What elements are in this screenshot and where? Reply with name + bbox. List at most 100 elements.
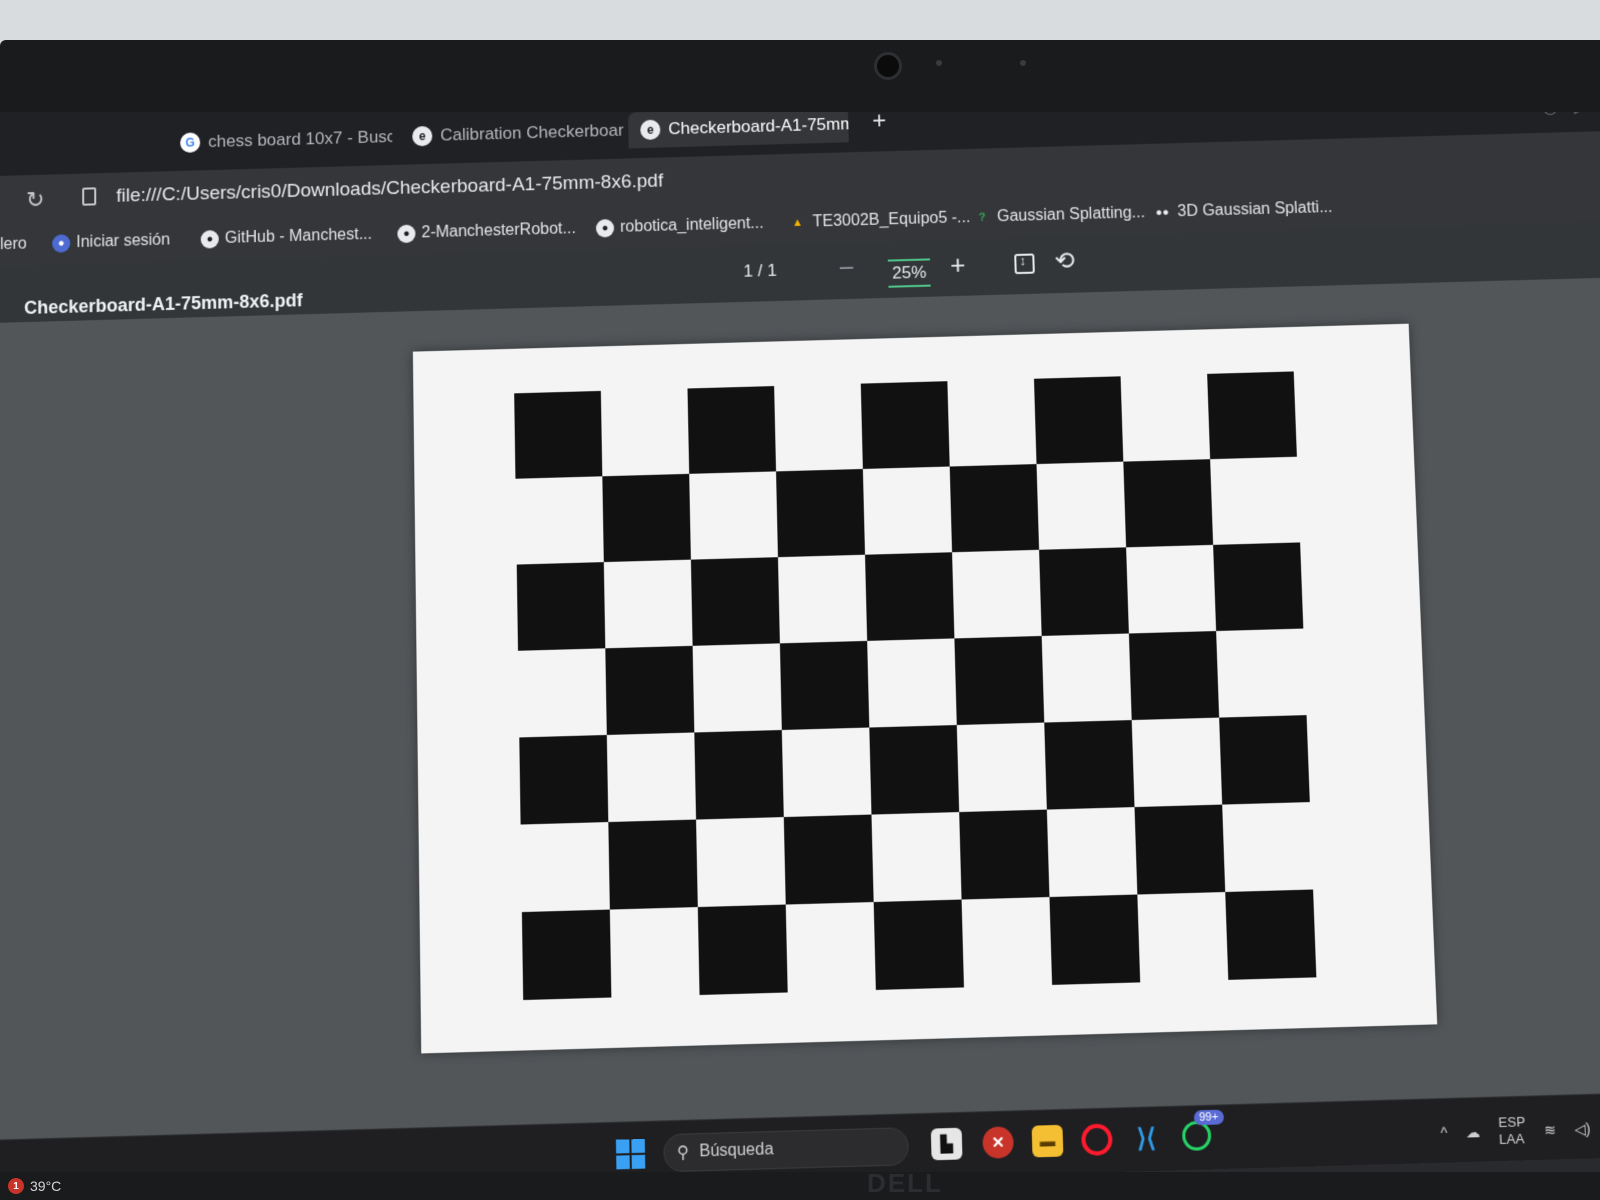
checker-square (519, 734, 609, 825)
bookmark-te3002b[interactable]: ▲ TE3002B_Equipo5 -... (788, 209, 971, 232)
checker-square (1128, 631, 1220, 721)
send-icon[interactable]: ▷ (1573, 112, 1588, 117)
checker-square (1207, 371, 1297, 460)
bookmark-label: GitHub - Manchest... (224, 225, 373, 247)
file-explorer-icon[interactable]: ▬ (1031, 1124, 1064, 1158)
tab-calibration[interactable]: e Calibration Checkerboard (400, 113, 625, 155)
checker-square (605, 645, 695, 735)
checker-square (1033, 376, 1124, 465)
checker-square (873, 899, 964, 990)
reload-icon[interactable]: ↻ (26, 187, 45, 214)
bookmark-label: Iniciar sesión (76, 231, 171, 252)
volume-icon[interactable]: ◁) (1574, 1120, 1591, 1138)
tab-chess-search[interactable]: G chess board 10x7 - Buscar (168, 119, 392, 161)
edge-icon: e (412, 125, 433, 147)
taskbar-search[interactable]: ⚲ Búsqueda (663, 1127, 910, 1172)
bookmark-lero[interactable]: lero (0, 235, 27, 254)
checker-square (1134, 804, 1226, 895)
bookmark-label: 2-ManchesterRobot... (421, 220, 576, 242)
bookmark-label: Gaussian Splatting... (996, 204, 1146, 226)
checker-square (1039, 547, 1129, 636)
login-icon: ● (52, 234, 71, 253)
camera-sensor (1020, 60, 1026, 66)
wifi-icon[interactable]: ≋ (1544, 1121, 1557, 1139)
bookmark-3d-gaussian[interactable]: ●● 3D Gaussian Splatti... (1153, 199, 1333, 222)
checker-square (954, 635, 1045, 726)
checkerboard-pattern (514, 371, 1317, 1001)
gaussian3d-icon: ●● (1155, 206, 1170, 219)
pdf-page (412, 323, 1438, 1054)
tab-label: chess board 10x7 - Buscar (208, 126, 393, 152)
zoom-in-button[interactable]: + (950, 249, 966, 281)
windows-start-icon[interactable] (615, 1138, 646, 1170)
lang-top: ESP (1498, 1113, 1526, 1131)
bookmark-label: 3D Gaussian Splatti... (1177, 198, 1333, 221)
checker-square (608, 819, 698, 910)
rotate-icon[interactable]: ⟲ (1054, 246, 1075, 276)
search-placeholder: Búsqueda (699, 1140, 774, 1161)
checker-square (516, 562, 606, 651)
camera-icon[interactable]: ◎ (1542, 112, 1559, 118)
bookmark-github-manchester[interactable]: ● GitHub - Manchest... (200, 225, 373, 249)
checker-square (690, 557, 780, 646)
checker-square (521, 909, 612, 1001)
page-separator: / (757, 261, 763, 281)
github-icon: ● (200, 230, 219, 249)
whatsapp-badge: 99+ (1193, 1109, 1224, 1126)
bookmark-gaussian-splatting[interactable]: ? Gaussian Splatting... (973, 204, 1146, 227)
address-bar[interactable]: file:///C:/Users/cris0/Downloads/Checker… (116, 170, 663, 207)
webcam (874, 52, 902, 80)
edge-icon: e (640, 119, 661, 141)
weather-alert-icon: 1 (8, 1178, 24, 1194)
checker-square (776, 468, 866, 558)
bookmark-label: TE3002B_Equipo5 -... (812, 209, 971, 231)
vscode-icon[interactable]: ⟩⟨ (1130, 1122, 1162, 1155)
whatsapp-icon[interactable] (1181, 1120, 1212, 1151)
checker-square (1219, 715, 1310, 805)
weather-temperature: 39°C (30, 1178, 62, 1194)
tab-checkerboard-pdf[interactable]: e Checkerboard-A1-75mm (628, 112, 849, 149)
chevron-up-icon[interactable]: ^ (1440, 1124, 1447, 1141)
screen: G chess board 10x7 - Buscar e Calibratio… (0, 112, 1600, 1172)
checker-square (602, 473, 691, 563)
checkerboard (514, 371, 1317, 1001)
pdf-canvas (0, 277, 1600, 1140)
task-view-icon[interactable]: ▙ (930, 1127, 963, 1161)
browser-window: G chess board 10x7 - Buscar e Calibratio… (0, 112, 1600, 1172)
checker-square (514, 390, 603, 479)
app-icon[interactable]: ✕ (982, 1126, 1014, 1159)
file-icon (82, 187, 97, 206)
checker-square (697, 904, 788, 995)
checker-square (1049, 894, 1141, 985)
weather-widget[interactable]: 1 39°C (8, 1178, 61, 1194)
bookmark-label: lero (0, 235, 27, 254)
checker-square (869, 725, 960, 815)
lang-bottom: LAA (1498, 1130, 1525, 1148)
zoom-level[interactable]: 25% (887, 258, 931, 288)
bookmark-manchester-robot[interactable]: ● 2-ManchesterRobot... (397, 220, 576, 244)
tab-label: Checkerboard-A1-75mm (668, 114, 849, 139)
checker-square (1225, 889, 1317, 980)
checker-square (860, 381, 950, 469)
checker-square (949, 464, 1040, 553)
search-icon: ⚲ (676, 1143, 690, 1163)
checker-square (1213, 542, 1304, 632)
fit-page-icon[interactable] (1014, 253, 1035, 275)
checker-square (687, 386, 777, 474)
opera-icon[interactable] (1080, 1123, 1113, 1157)
system-tray: ^ ☁ ESP LAA ≋ ◁) ▭ (1440, 1111, 1600, 1150)
checker-square (694, 729, 784, 820)
new-tab-button[interactable]: + (872, 112, 887, 136)
language-indicator[interactable]: ESP LAA (1498, 1114, 1526, 1149)
page-current[interactable]: 1 (743, 261, 753, 280)
tab-label: Calibration Checkerboard (440, 120, 625, 145)
zoom-out-button[interactable]: – (839, 253, 853, 282)
cloud-icon[interactable]: ☁ (1466, 1123, 1481, 1141)
gaussian-icon: ? (978, 211, 986, 224)
checker-square (783, 814, 874, 905)
checker-square (1123, 459, 1214, 548)
camera-indicator (936, 60, 942, 66)
bookmark-login[interactable]: ● Iniciar sesión (52, 231, 171, 253)
bookmark-robotica[interactable]: ● robotica_inteligent... (595, 215, 764, 238)
checker-square (779, 640, 870, 730)
